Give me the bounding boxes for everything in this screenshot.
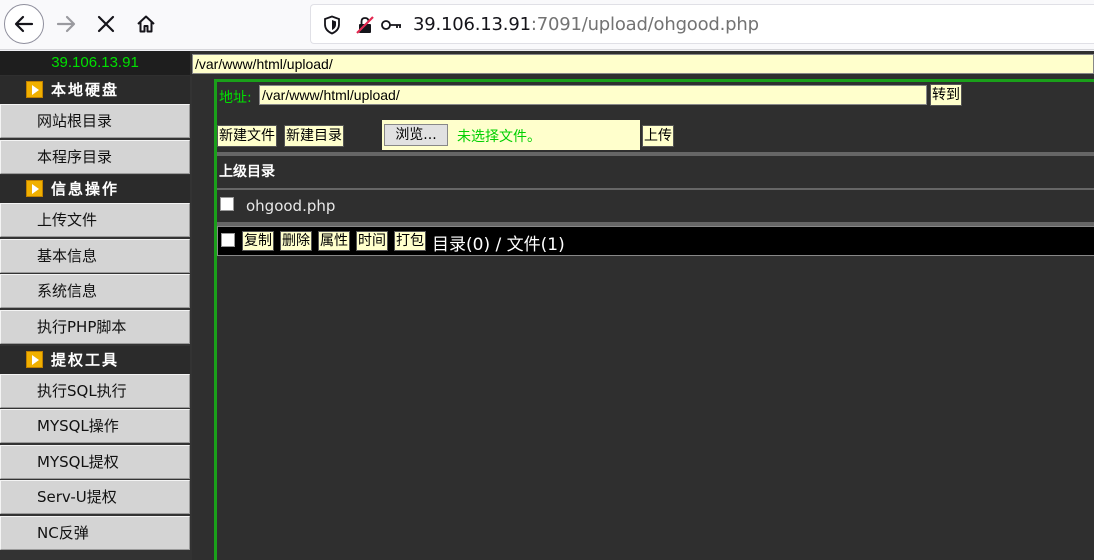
sidebar-item-web-root[interactable]: 网站根目录: [0, 104, 190, 138]
sidebar-item-nc-reverse[interactable]: NC反弹: [0, 515, 190, 550]
url-path: :7091/upload/ohgood.php: [530, 14, 759, 35]
home-icon: [137, 15, 155, 33]
address-input[interactable]: /var/www/html/upload/: [259, 85, 927, 105]
webshell-page: 39.106.13.91 /var/www/html/upload/ 本地硬盘 …: [0, 51, 1094, 560]
sidebar-item-servu-privesc[interactable]: Serv-U提权: [0, 480, 190, 515]
bulk-actions-bar: 复制 删除 属性 时间 打包 目录(0) / 文件(1): [217, 226, 1094, 256]
go-button[interactable]: 转到: [930, 84, 962, 106]
sidebar-item-mysql-privesc[interactable]: MYSQL提权: [0, 444, 190, 479]
close-icon: [97, 15, 115, 33]
file-picker: 浏览... 未选择文件。: [382, 120, 640, 150]
stop-button[interactable]: [86, 4, 126, 44]
file-manager-panel: 地址: /var/www/html/upload/ 转到 新建文件 新建目录 浏…: [214, 79, 1094, 560]
arrow-right-icon: [26, 180, 43, 198]
url-host: 39.106.13.91: [413, 14, 531, 35]
home-button[interactable]: [126, 4, 166, 44]
pack-button[interactable]: 打包: [394, 231, 426, 251]
select-all-checkbox[interactable]: [221, 233, 235, 247]
forward-arrow-icon: [56, 15, 76, 33]
parent-dir-link[interactable]: 上级目录: [217, 156, 1094, 188]
sidebar-item-basic-info[interactable]: 基本信息: [0, 238, 190, 273]
new-dir-button[interactable]: 新建目录: [284, 125, 344, 147]
shield-icon[interactable]: [323, 15, 341, 35]
sidebar-section-privesc: 提权工具: [0, 345, 190, 374]
sidebar-item-mysql-ops[interactable]: MYSQL操作: [0, 409, 190, 444]
file-name-link[interactable]: ohgood.php: [246, 197, 335, 215]
back-button[interactable]: [4, 4, 44, 44]
current-path-display[interactable]: /var/www/html/upload/: [192, 54, 1094, 74]
browser-toolbar: 39.106.13.91:7091/upload/ohgood.php: [0, 0, 1094, 50]
sidebar-item-system-info[interactable]: 系统信息: [0, 274, 190, 309]
browse-button[interactable]: 浏览...: [384, 124, 448, 146]
arrow-right-icon: [26, 350, 43, 368]
address-label: 地址:: [219, 90, 252, 106]
file-row: ohgood.php: [217, 190, 1094, 222]
new-file-button[interactable]: 新建文件: [217, 125, 277, 147]
insecure-lock-icon[interactable]: [355, 15, 375, 35]
back-arrow-icon: [14, 15, 34, 33]
upload-button[interactable]: 上传: [642, 125, 674, 147]
server-ip: 39.106.13.91: [0, 51, 190, 75]
sidebar-item-exec-sql[interactable]: 执行SQL执行: [0, 373, 190, 408]
time-button[interactable]: 时间: [356, 231, 388, 251]
sidebar-section-local-disk: 本地硬盘: [0, 76, 190, 104]
sidebar-section-title: 信息操作: [51, 180, 120, 199]
sidebar-section-title: 提权工具: [51, 350, 120, 369]
sidebar-section-info-ops: 信息操作: [0, 175, 190, 204]
attributes-button[interactable]: 属性: [318, 231, 350, 251]
arrow-right-icon: [26, 81, 43, 98]
forward-button[interactable]: [46, 4, 86, 44]
sidebar-item-program-dir[interactable]: 本程序目录: [0, 139, 190, 174]
file-checkbox[interactable]: [220, 197, 234, 211]
sidebar-item-upload-file[interactable]: 上传文件: [0, 203, 190, 238]
sidebar-item-exec-php[interactable]: 执行PHP脚本: [0, 309, 190, 344]
delete-button[interactable]: 删除: [280, 231, 312, 251]
dir-file-count: 目录(0) / 文件(1): [432, 235, 565, 255]
key-icon[interactable]: [381, 17, 403, 33]
copy-button[interactable]: 复制: [242, 231, 274, 251]
sidebar-section-title: 本地硬盘: [51, 81, 120, 99]
no-file-selected-label: 未选择文件。: [457, 129, 541, 145]
url-bar[interactable]: 39.106.13.91:7091/upload/ohgood.php: [310, 4, 1094, 44]
sidebar: 本地硬盘 网站根目录 本程序目录 信息操作 上传文件 基本信息 系统信息 执行P…: [0, 76, 192, 560]
url-text[interactable]: 39.106.13.91:7091/upload/ohgood.php: [413, 14, 759, 35]
